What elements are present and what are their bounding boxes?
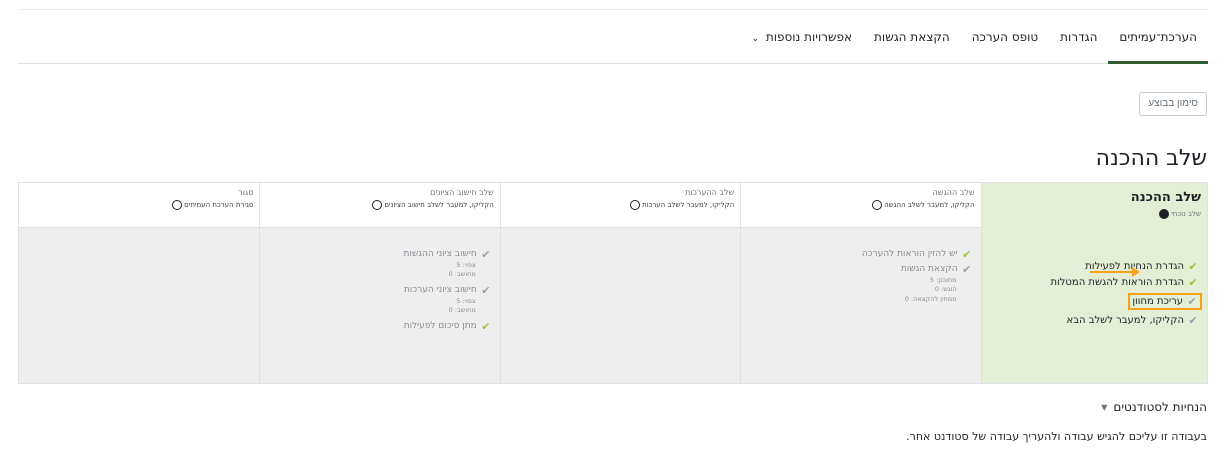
- check-icon: ✔: [1187, 295, 1197, 308]
- phase-hint: שלב נוכחי: [988, 209, 1201, 219]
- activity-tabs: הערכת־עמיתים הגדרות טופס הערכה הקצאת הגש…: [18, 22, 1208, 64]
- tab-label: הקצאת הגשות: [874, 30, 950, 44]
- task-details: מתוכנן: 5 הוגש: 0 ממתין להקצאה: 0: [749, 276, 957, 304]
- task-item-next-phase[interactable]: ✔ הקליקו, למעבר לשלב הבא: [990, 315, 1199, 326]
- detail-line: צפוי: 5: [456, 261, 476, 269]
- detail-line: מחושב: 0: [448, 306, 476, 315]
- check-icon: ✔: [1188, 314, 1198, 327]
- tab-more-options[interactable]: אפשרויות נוספות ⌄: [740, 22, 863, 64]
- phase-tasks: ✔ הגדרת הנחיות לפעילות ✔ הגדרת הוראות לה…: [981, 223, 1207, 383]
- phase-submission: שלב ההגשה הקליקו, למעבר לשלב ההגשה ✔ יש …: [740, 183, 981, 383]
- task-item[interactable]: ✔ יש להזין הוראות להערכה: [749, 249, 972, 260]
- tab-label: אפשרויות נוספות: [765, 30, 853, 44]
- top-divider: [18, 0, 1208, 10]
- phase-name: סגור: [238, 188, 254, 197]
- task-item[interactable]: ✔ חישוב ציוני הערכות: [268, 285, 491, 296]
- collapse-toggle-icon: ▼: [1101, 402, 1108, 412]
- section-heading: הנחיות לסטודנטים: [1113, 400, 1207, 414]
- mark-done-button[interactable]: סימון בבוצע: [1139, 92, 1207, 116]
- phase-hint-text: שלב נוכחי: [1171, 210, 1201, 218]
- phase-tasks: ✔ חישוב ציוני ההגשות צפוי: 5 מחושב: 0 ✔ …: [260, 227, 500, 383]
- check-icon: ✔: [1188, 260, 1198, 273]
- detail-line: מתוכנן: 5: [929, 276, 957, 284]
- phase-header: שלב ההכנה שלב נוכחי: [982, 183, 1207, 223]
- detail-line: הוגש: 0: [934, 285, 957, 294]
- phase-name: שלב חישוב הציונים: [430, 188, 494, 197]
- switch-phase-link[interactable]: הקליקו, למעבר לשלב ההגשה: [747, 200, 975, 210]
- phase-hint-text: הקליקו, למעבר לשלב חישוב הציונים: [384, 201, 494, 209]
- page-title: שלב ההכנה: [1095, 146, 1207, 171]
- phase-hint-text: הקליקו, למעבר לשלב ההגשה: [884, 201, 975, 209]
- phase-name: שלב ההערכות: [685, 188, 735, 197]
- detail-line: מחושב: 0: [448, 270, 476, 279]
- instructions-text: בעבודה זו עליכם להגיש עבודה ולהעריך עבוד…: [906, 430, 1207, 443]
- task-item[interactable]: ✔ חישוב ציוני ההגשות: [268, 249, 491, 260]
- task-label: הקצאת הגשות: [900, 264, 958, 274]
- tab-settings[interactable]: הגדרות: [1049, 22, 1108, 64]
- phase-tasks: ✔ יש להזין הוראות להערכה ✔ הקצאת הגשות מ…: [741, 227, 981, 383]
- check-icon: ✔: [481, 248, 491, 261]
- check-icon: ✔: [481, 319, 491, 333]
- phase-header: סגור סגירת הערכת העמיתים: [19, 183, 260, 227]
- switch-phase-link[interactable]: הקליקו, למעבר לשלב חישוב הציונים: [266, 200, 494, 210]
- check-icon: ✔: [961, 263, 972, 276]
- chevron-down-icon: ⌄: [751, 34, 759, 44]
- phase-header: שלב ההגשה הקליקו, למעבר לשלב ההגשה: [741, 183, 981, 227]
- task-item[interactable]: ✔ הקצאת הגשות: [749, 264, 972, 275]
- phase-name: שלב ההכנה: [1130, 190, 1201, 205]
- switch-phase-link[interactable]: הקליקו, למעבר לשלב הערכות: [507, 200, 734, 210]
- tab-allocate-submissions[interactable]: הקצאת הגשות: [863, 22, 961, 64]
- check-icon: ✔: [481, 283, 491, 297]
- phase-setup: שלב ההכנה שלב נוכחי ✔ הגדרת הנחיות לפעיל…: [980, 183, 1207, 383]
- task-item[interactable]: ✔ מתן סיכום לפעילות: [268, 321, 491, 332]
- tab-label: טופס הערכה: [971, 30, 1039, 44]
- task-item-edit-rubric[interactable]: ✔ עריכת מחוון: [1128, 293, 1202, 310]
- task-label: חישוב ציוני ההגשות: [403, 249, 477, 259]
- detail-line: ממתין להקצאה: 0: [904, 294, 957, 303]
- task-label: הגדרת הוראות להגשת המטלות: [1050, 277, 1184, 288]
- task-label: הקליקו, למעבר לשלב הבא: [1066, 315, 1184, 326]
- task-item[interactable]: ✔ הגדרת הוראות להגשת המטלות: [990, 277, 1199, 288]
- arrow-right-icon: [1090, 267, 1140, 277]
- task-label: חישוב ציוני הערכות: [404, 284, 477, 295]
- switch-phase-link[interactable]: סגירת הערכת העמיתים: [25, 200, 253, 210]
- tab-label: הערכת־עמיתים: [1119, 30, 1197, 44]
- phase-grading: שלב חישוב הציונים הקליקו, למעבר לשלב חיש…: [259, 183, 500, 383]
- phase-assessment: שלב ההערכות הקליקו, למעבר לשלב הערכות: [499, 183, 741, 383]
- task-details: צפוי: 5 מחושב: 0: [268, 261, 476, 280]
- current-phase-icon: [1159, 209, 1170, 219]
- phase-tasks: [19, 227, 260, 383]
- phase-closed: סגור סגירת הערכת העמיתים: [19, 183, 260, 383]
- switch-phase-icon: [172, 200, 183, 210]
- task-label: עריכת מחוון: [1132, 296, 1183, 307]
- phase-header: שלב ההערכות הקליקו, למעבר לשלב הערכות: [500, 183, 741, 227]
- switch-phase-icon: [372, 200, 383, 210]
- tab-assessment-form[interactable]: טופס הערכה: [961, 22, 1049, 64]
- tab-label: הגדרות: [1060, 30, 1098, 44]
- phase-hint-text: הקליקו, למעבר לשלב הערכות: [642, 201, 735, 209]
- task-label: יש להזין הוראות להערכה: [861, 249, 958, 259]
- task-details: צפוי: 5 מחושב: 0: [268, 296, 476, 316]
- phase-header: שלב חישוב הציונים הקליקו, למעבר לשלב חיש…: [260, 183, 500, 227]
- detail-line: צפוי: 5: [456, 296, 476, 305]
- instructions-section-toggle[interactable]: הנחיות לסטודנטים ▼: [1101, 400, 1207, 414]
- check-icon: ✔: [1188, 276, 1198, 289]
- phase-tasks: [500, 227, 741, 383]
- task-label: מתן סיכום לפעילות: [403, 320, 477, 331]
- phase-board: שלב ההכנה שלב נוכחי ✔ הגדרת הנחיות לפעיל…: [18, 182, 1208, 384]
- switch-phase-icon: [630, 200, 641, 210]
- phase-name: שלב ההגשה: [932, 188, 975, 197]
- phase-hint-text: סגירת הערכת העמיתים: [184, 201, 254, 209]
- switch-phase-icon: [872, 200, 883, 210]
- tab-peer-assessment[interactable]: הערכת־עמיתים: [1108, 22, 1208, 64]
- check-icon: ✔: [961, 248, 972, 261]
